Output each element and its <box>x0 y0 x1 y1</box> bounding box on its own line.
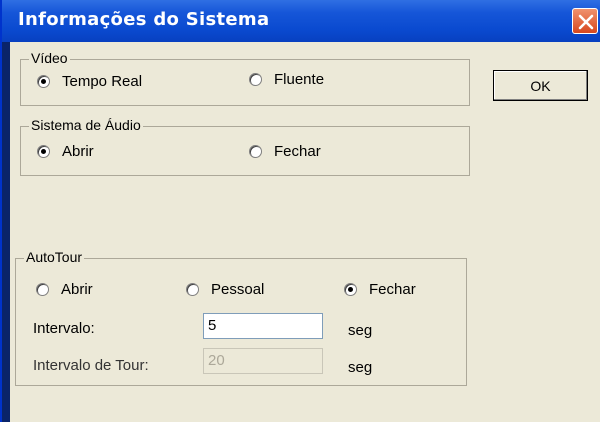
radio-unchecked-icon <box>36 283 49 296</box>
radio-autotour-abrir[interactable]: Abrir <box>36 281 93 298</box>
radio-label: Pessoal <box>211 281 265 298</box>
interval-unit: seg <box>348 322 373 339</box>
audio-group: Sistema de Áudio Abrir Fechar <box>20 117 470 176</box>
radio-label: Fluente <box>274 71 325 88</box>
radio-unchecked-icon <box>186 283 199 296</box>
autotour-group-label: AutoTour <box>24 249 85 265</box>
dialog-window: Informações do Sistema Vídeo Tempo Real … <box>0 0 600 422</box>
radio-checked-icon <box>37 75 50 88</box>
radio-audio-abrir[interactable]: Abrir <box>37 143 94 160</box>
interval-label: Intervalo: <box>33 320 95 337</box>
tour-interval-unit: seg <box>348 359 373 376</box>
title-bar[interactable]: Informações do Sistema <box>2 0 600 42</box>
video-group: Vídeo Tempo Real Fluente <box>20 50 470 106</box>
radio-audio-fechar[interactable]: Fechar <box>249 143 321 160</box>
radio-tempo-real[interactable]: Tempo Real <box>37 73 142 90</box>
radio-label: Abrir <box>62 143 94 160</box>
close-button[interactable] <box>572 8 598 34</box>
close-icon <box>578 14 594 30</box>
radio-unchecked-icon <box>249 73 262 86</box>
audio-group-label: Sistema de Áudio <box>29 117 143 133</box>
radio-label: Abrir <box>61 281 93 298</box>
radio-checked-icon <box>37 145 50 158</box>
autotour-group: AutoTour Abrir Pessoal Fechar Intervalo:… <box>15 249 467 386</box>
radio-fluente[interactable]: Fluente <box>249 71 324 88</box>
radio-label: Tempo Real <box>62 73 143 90</box>
radio-autotour-fechar[interactable]: Fechar <box>344 281 416 298</box>
dialog-body: Vídeo Tempo Real Fluente Sistema de Áudi… <box>10 42 600 422</box>
video-group-label: Vídeo <box>29 50 70 66</box>
radio-label: Fechar <box>369 281 416 298</box>
radio-autotour-pessoal[interactable]: Pessoal <box>186 281 264 298</box>
tour-interval-label: Intervalo de Tour: <box>33 357 149 374</box>
radio-checked-icon <box>344 283 357 296</box>
interval-input[interactable]: 5 <box>203 313 323 339</box>
radio-unchecked-icon <box>249 145 262 158</box>
tour-interval-input: 20 <box>203 348 323 374</box>
ok-button[interactable]: OK <box>493 70 588 101</box>
radio-label: Fechar <box>274 143 321 160</box>
ok-button-label: OK <box>530 77 551 94</box>
window-title: Informações do Sistema <box>18 9 270 30</box>
